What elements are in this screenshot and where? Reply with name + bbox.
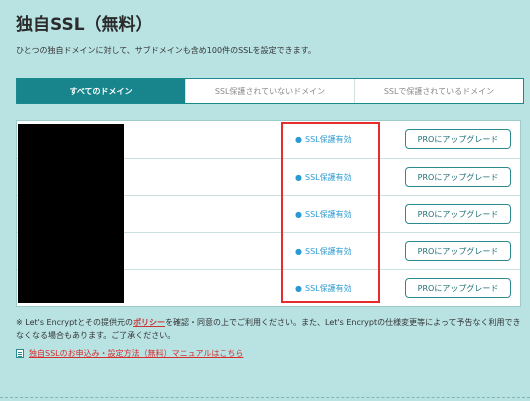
terms-note-prefix: ※ Let's Encryptとその提供元の [16, 318, 134, 327]
tab-unprotected-domains[interactable]: SSL保護されていないドメイン [185, 79, 354, 103]
terms-note: ※ Let's Encryptとその提供元のポリシーを確認・同意の上でご利用くだ… [16, 316, 524, 342]
policy-link[interactable]: ポリシー [133, 318, 165, 327]
upgrade-pro-button[interactable]: PROにアップグレード [405, 241, 511, 261]
highlight-frame [281, 122, 380, 303]
upgrade-pro-button[interactable]: PROにアップグレード [405, 129, 511, 149]
upgrade-pro-button[interactable]: PROにアップグレード [405, 278, 511, 298]
divider [0, 397, 530, 398]
page-subtitle: ひとつの独自ドメインに対して、サブドメインも含め100件のSSLを設定できます。 [16, 46, 316, 55]
upgrade-pro-button[interactable]: PROにアップグレード [405, 204, 511, 224]
document-icon [16, 349, 24, 358]
page-title: 独自SSL（無料） [16, 15, 153, 35]
tab-protected-domains[interactable]: SSLで保護されているドメイン [354, 79, 523, 103]
manual-link-row: 独自SSLのお申込み・設定方法（無料）マニュアルはこちら [16, 348, 243, 359]
upgrade-pro-button[interactable]: PROにアップグレード [405, 167, 511, 187]
redacted-domain-names [18, 124, 124, 303]
manual-link[interactable]: 独自SSLのお申込み・設定方法（無料）マニュアルはこちら [29, 348, 243, 359]
tab-all-domains[interactable]: すべてのドメイン [17, 79, 185, 103]
domain-filter-tabs: すべてのドメイン SSL保護されていないドメイン SSLで保護されているドメイン [16, 78, 524, 104]
